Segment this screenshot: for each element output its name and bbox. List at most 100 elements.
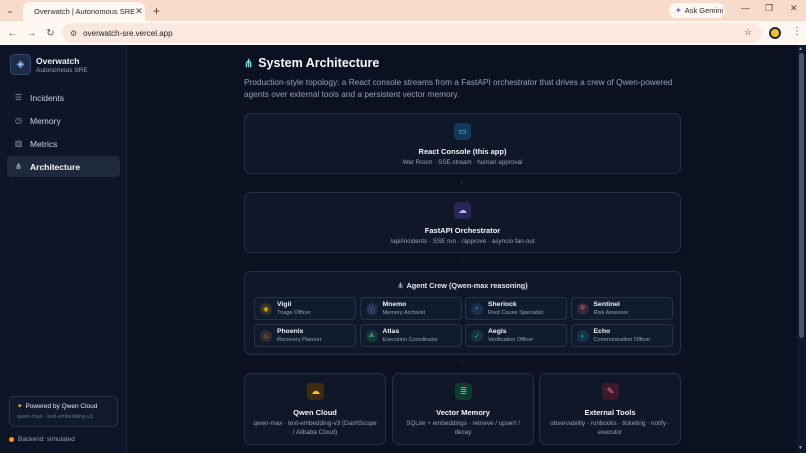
scroll-down-icon[interactable]: ▼ — [798, 445, 803, 451]
agent-role: Execution Coordinator — [382, 337, 438, 343]
page-title: ⋔ System Architecture — [244, 56, 379, 70]
browser-menu-icon[interactable]: ⋮ — [792, 26, 802, 37]
flow-arrow: ↓ — [460, 179, 463, 185]
agent-name: Sherlock — [488, 301, 517, 308]
agent-card-phoenix: ♨ Phoenix Recovery Planner — [254, 324, 356, 347]
card-subtitle: War Room · SSE stream · human approval — [402, 159, 523, 166]
sidebar-item-metrics[interactable]: ▥ Metrics — [7, 133, 120, 154]
scroll-up-icon[interactable]: ▲ — [798, 46, 803, 52]
brand-name: Overwatch — [36, 55, 80, 66]
clock-icon: ◷ — [15, 116, 22, 125]
agent-role: Verification Officer — [488, 337, 534, 343]
network-icon: ⋔ — [244, 57, 254, 70]
sidebar-item-label: Metrics — [30, 138, 58, 149]
agent-icon: ◉ — [260, 303, 272, 315]
reload-icon[interactable]: ↻ — [41, 28, 60, 39]
list-icon: ☰ — [14, 93, 23, 102]
minimize-icon[interactable]: — — [741, 3, 750, 13]
external-tools-card: ✎ External Tools observability · runbook… — [539, 373, 681, 445]
powered-by-card: ✦ Powered by Qwen Cloud qwen-max · text-… — [9, 396, 118, 427]
back-icon[interactable]: ← — [3, 28, 22, 39]
card-subtitle: SQLite + embeddings · retrieve / upsert … — [406, 420, 520, 436]
database-icon: ≣ — [455, 383, 472, 400]
close-window-icon[interactable]: ✕ — [790, 3, 798, 14]
agent-name: Sentinel — [593, 301, 620, 308]
agent-icon: ⓘ — [365, 303, 378, 315]
backend-status-label: Backend: simulated — [18, 436, 75, 443]
tab-title: Overwatch | Autonomous SRE — [34, 7, 136, 16]
flow-arrow: ↓ — [460, 258, 463, 264]
ask-gemini-button[interactable]: ✦ Ask Gemini — [669, 3, 725, 18]
card-title: Vector Memory — [436, 408, 490, 417]
cloud-icon: ☁ — [454, 202, 471, 219]
sidebar: ◈ Overwatch Autonomous SRE ☰ Incidents ◷… — [0, 45, 127, 453]
card-title: Qwen Cloud — [293, 408, 337, 417]
status-dot-icon — [9, 437, 14, 442]
agent-role: Communication Officer — [593, 337, 651, 343]
agent-card-aegis: ✓ Aegis Verification Officer — [465, 324, 567, 347]
agent-role: Recovery Planner — [277, 337, 322, 343]
fastapi-orchestrator-card: ☁ FastAPI Orchestrator /api/incidents · … — [244, 192, 681, 253]
agent-crew-card: ⋔ Agent Crew (Qwen-max reasoning) ◉ Vigil T… — [244, 271, 681, 355]
card-title: React Console (this app) — [418, 147, 507, 156]
sidebar-item-memory[interactable]: ◷ Memory — [7, 110, 120, 131]
agent-name: Aegis — [488, 328, 507, 335]
vector-memory-card: ≣ Vector Memory SQLite + embeddings · re… — [392, 373, 534, 445]
bookmark-star-icon[interactable]: ☆ — [744, 27, 752, 38]
overwatch-logo-icon: ◈ — [10, 54, 31, 75]
browser-tab[interactable]: Overwatch | Autonomous SRE ✕ — [23, 2, 145, 21]
react-console-card: ▭ React Console (this app) War Room · SS… — [244, 113, 681, 174]
restore-icon[interactable]: ❐ — [765, 3, 773, 14]
sidebar-item-label: Incidents — [30, 92, 65, 103]
page-scrollbar[interactable]: ▲ ▼ — [797, 45, 806, 453]
powered-models: qwen-max · text-embedding-v3 — [17, 414, 93, 420]
sparkle-icon: ✦ — [17, 403, 23, 410]
agent-icon: ⌕ — [471, 303, 483, 315]
agent-icon: ✓ — [471, 330, 483, 342]
agent-icon: ⟁ — [365, 330, 378, 342]
agent-card-sherlock: ⌕ Sherlock Root Cause Specialist — [465, 297, 567, 320]
agent-card-atlas: ⟁ Atlas Execution Coordinator — [359, 324, 462, 347]
browser-tab-bar: ⌄ Overwatch | Autonomous SRE ✕ + ✦ Ask G… — [0, 0, 806, 21]
url-field[interactable]: ⚙ overwatch-sre.vercel.app ☆ — [62, 23, 762, 43]
backend-status: Backend: simulated — [9, 436, 75, 443]
cloud-icon: ☁ — [307, 383, 324, 400]
crew-title-text: Agent Crew (Qwen-max reasoning) — [406, 281, 528, 290]
sidebar-item-label: Memory — [30, 115, 61, 126]
sidebar-nav: ☰ Incidents ◷ Memory ▥ Metrics ⋔ Archite… — [7, 87, 120, 179]
brand[interactable]: ◈ Overwatch Autonomous SRE — [10, 54, 88, 75]
powered-title: Powered by Qwen Cloud — [25, 402, 98, 410]
agent-icon: ⛨ — [576, 303, 589, 315]
agent-card-sentinel: ⛨ Sentinel Risk Assessor — [570, 297, 673, 320]
agent-name: Echo — [593, 328, 611, 335]
sidebar-item-label: Architecture — [30, 161, 81, 172]
brand-subtitle: Autonomous SRE — [36, 66, 88, 74]
site-settings-icon[interactable]: ⚙ — [70, 29, 77, 38]
close-tab-icon[interactable]: ✕ — [135, 6, 143, 17]
ask-gemini-label: Ask Gemini — [684, 6, 724, 15]
agent-card-mnemo: ⓘ Mnemo Memory Archivist — [359, 297, 462, 320]
qwen-cloud-card: ☁ Qwen Cloud qwen-max · text-embedding-v… — [244, 373, 386, 445]
sidebar-item-incidents[interactable]: ☰ Incidents — [7, 87, 120, 108]
forward-icon[interactable]: → — [22, 28, 41, 39]
agent-role: Triage Officer — [277, 310, 311, 316]
page-description: Production-style topology: a React conso… — [244, 77, 673, 99]
card-subtitle: qwen-max · text-embedding-v3 (DashScope … — [253, 420, 377, 436]
wrench-icon: ✎ — [602, 383, 619, 400]
sidebar-item-architecture[interactable]: ⋔ Architecture — [7, 156, 120, 177]
network-icon: ⋔ — [15, 162, 22, 171]
monitor-icon: ▭ — [454, 123, 471, 140]
new-tab-icon[interactable]: + — [153, 4, 160, 18]
agent-role: Risk Assessor — [593, 310, 629, 316]
card-title: FastAPI Orchestrator — [424, 226, 501, 235]
url-text: overwatch-sre.vercel.app — [83, 28, 173, 38]
agent-card-vigil: ◉ Vigil Triage Officer — [254, 297, 356, 320]
gemini-sparkle-icon: ✦ — [675, 6, 682, 15]
crew-title: ⋔ Agent Crew (Qwen-max reasoning) — [245, 281, 680, 290]
agent-role: Memory Archivist — [382, 310, 426, 316]
tab-search-icon[interactable]: ⌄ — [0, 0, 20, 21]
scroll-thumb[interactable] — [799, 53, 804, 338]
main-content: ⋔ System Architecture Production-style t… — [127, 45, 797, 453]
agent-icon: ♨ — [260, 330, 272, 342]
extension-icon[interactable] — [769, 27, 781, 39]
